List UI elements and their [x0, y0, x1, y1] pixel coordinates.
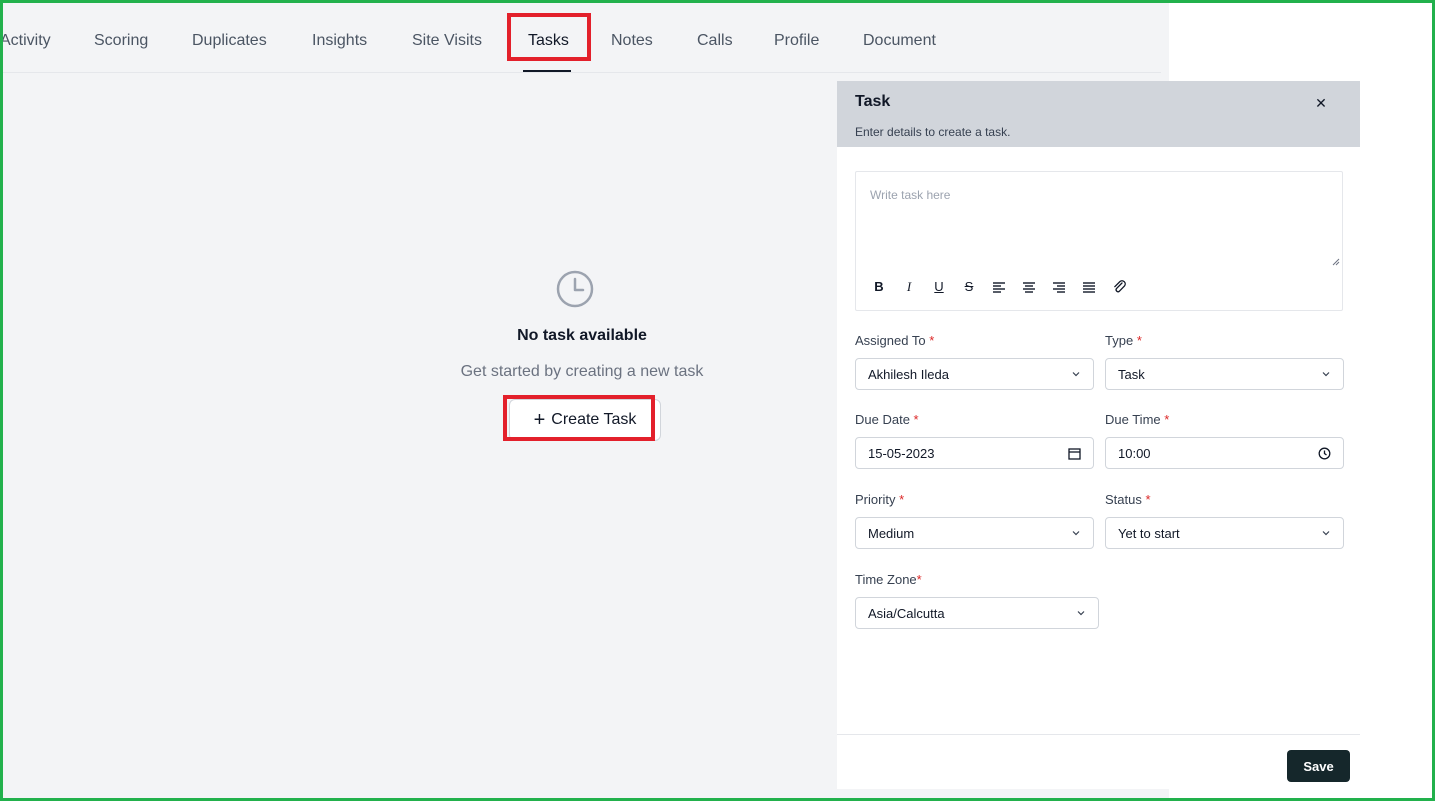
italic-icon[interactable]: I — [900, 276, 918, 298]
due-time-input[interactable]: 10:00 — [1105, 437, 1344, 469]
assigned-to-select[interactable]: Akhilesh Ileda — [855, 358, 1094, 390]
empty-state-title: No task available — [517, 327, 647, 344]
bold-icon[interactable]: B — [870, 276, 888, 298]
assigned-to-value: Akhilesh Ileda — [868, 366, 949, 382]
save-button[interactable]: Save — [1287, 750, 1350, 782]
task-editor: B I U S — [855, 171, 1343, 311]
plus-icon: + — [533, 409, 546, 431]
due-date-label: Due Date * — [855, 412, 919, 427]
status-label: Status * — [1105, 492, 1151, 507]
panel-footer-divider — [837, 734, 1360, 735]
time-zone-select[interactable]: Asia/Calcutta — [855, 597, 1099, 629]
task-panel: Task Enter details to create a task. ✕ B… — [837, 81, 1360, 789]
assigned-to-label: Assigned To * — [855, 333, 935, 348]
priority-label: Priority * — [855, 492, 905, 507]
task-panel-title: Task — [855, 93, 891, 110]
strikethrough-icon[interactable]: S — [960, 276, 978, 298]
type-label: Type * — [1105, 333, 1142, 348]
type-select[interactable]: Task — [1105, 358, 1344, 390]
align-justify-icon[interactable] — [1080, 276, 1098, 298]
priority-select[interactable]: Medium — [855, 517, 1094, 549]
chevron-down-icon — [1072, 531, 1080, 536]
type-value: Task — [1118, 366, 1145, 382]
empty-state-subtitle: Get started by creating a new task — [460, 363, 704, 380]
chevron-down-icon — [1322, 531, 1330, 536]
close-icon[interactable]: ✕ — [1313, 95, 1329, 111]
due-date-input[interactable]: 15-05-2023 — [855, 437, 1094, 469]
chevron-down-icon — [1077, 611, 1085, 616]
attach-icon[interactable] — [1110, 276, 1128, 298]
task-description-input[interactable] — [856, 172, 1342, 270]
align-left-icon[interactable] — [990, 276, 1008, 298]
due-time-value: 10:00 — [1118, 445, 1151, 461]
due-date-value: 15-05-2023 — [868, 445, 935, 461]
align-center-icon[interactable] — [1020, 276, 1038, 298]
create-task-button[interactable]: + Create Task — [509, 399, 661, 441]
task-panel-subtitle: Enter details to create a task. — [855, 125, 1011, 139]
time-zone-label: Time Zone* — [855, 572, 922, 587]
clock-icon — [556, 270, 594, 308]
chevron-down-icon — [1072, 372, 1080, 377]
priority-value: Medium — [868, 525, 915, 541]
task-panel-header: Task Enter details to create a task. ✕ — [837, 81, 1360, 147]
underline-icon[interactable]: U — [930, 276, 948, 298]
create-task-label: Create Task — [551, 411, 637, 428]
align-right-icon[interactable] — [1050, 276, 1068, 298]
clock-icon[interactable] — [1318, 447, 1331, 460]
status-value: Yet to start — [1118, 525, 1180, 541]
resize-handle-icon[interactable] — [1330, 256, 1340, 266]
status-select[interactable]: Yet to start — [1105, 517, 1344, 549]
due-time-label: Due Time * — [1105, 412, 1170, 427]
chevron-down-icon — [1322, 372, 1330, 377]
calendar-icon[interactable] — [1068, 447, 1081, 460]
time-zone-value: Asia/Calcutta — [868, 605, 945, 621]
